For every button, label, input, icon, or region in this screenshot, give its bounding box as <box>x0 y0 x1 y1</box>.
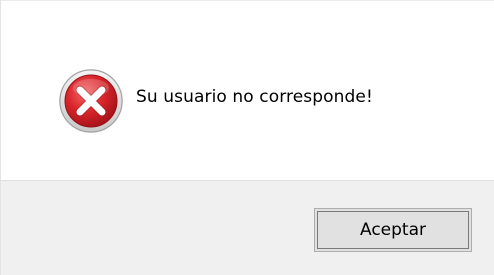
accept-button-label: Aceptar <box>317 211 469 249</box>
error-icon <box>59 69 123 133</box>
dialog-content: Su usuario no corresponde! <box>1 1 494 180</box>
dialog-footer: Aceptar <box>1 180 494 275</box>
error-message: Su usuario no corresponde! <box>136 87 373 107</box>
error-dialog: Su usuario no corresponde! Aceptar <box>0 0 494 275</box>
accept-button[interactable]: Aceptar <box>314 208 472 252</box>
